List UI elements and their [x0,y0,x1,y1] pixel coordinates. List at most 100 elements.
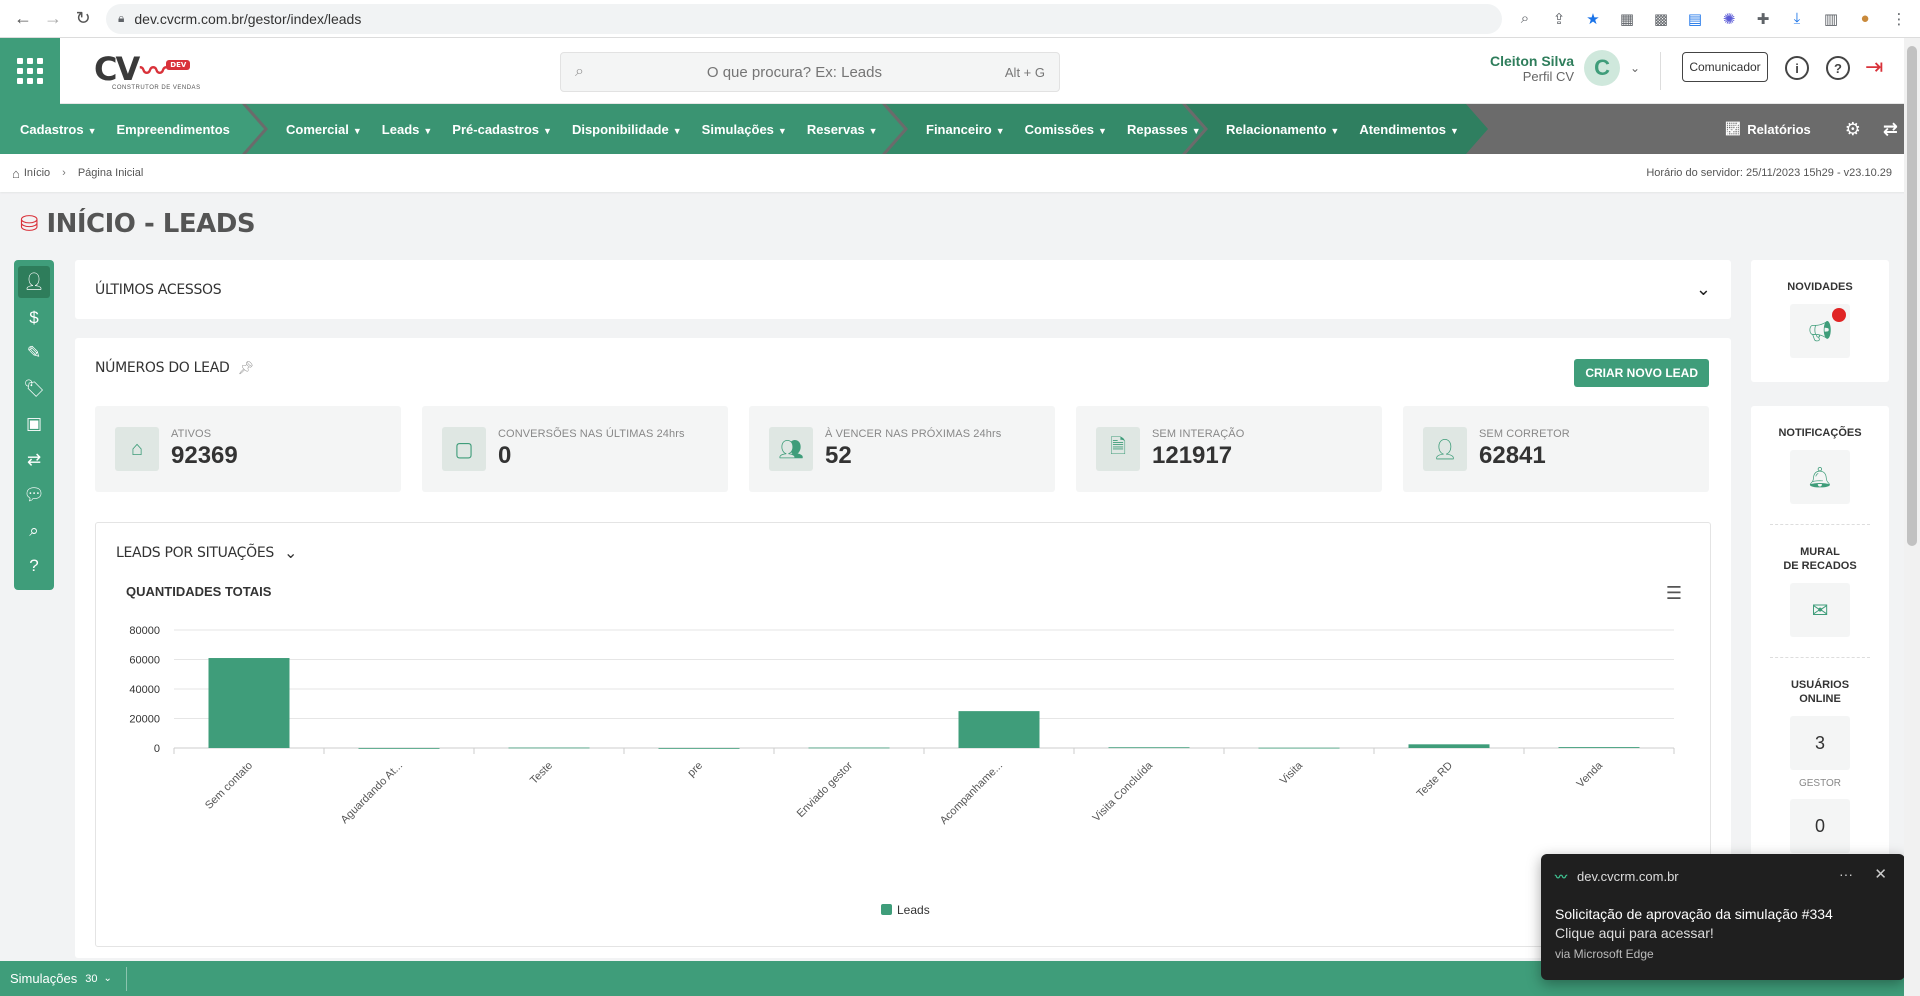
tag-icon[interactable]: 🏷︎ [18,373,50,405]
edit-icon[interactable]: ✎ [18,337,50,369]
nav-item-financeiro[interactable]: Financeiro ▼ [926,122,1005,137]
bookmark-star-icon[interactable]: ★ [1580,6,1606,32]
bar [1408,744,1490,748]
page-scrollbar[interactable] [1904,38,1920,996]
qr-icon[interactable]: ▩ [1648,6,1674,32]
logo-badge: DEV [166,60,191,70]
logout-icon[interactable]: ⇥ [1865,54,1883,80]
next-online-count[interactable]: 0 [1790,799,1850,853]
footer-simulacoes-label[interactable]: Simulações [10,971,77,986]
nav-item-simulacoes[interactable]: Simulações ▼ [702,122,787,137]
numeros-title: NÚMEROS DO LEAD [95,360,230,376]
user-icon[interactable]: 👤︎ [18,266,50,298]
sidebar-icon[interactable]: ▥ [1818,6,1844,32]
stat-card-sem-corretor[interactable]: 👤︎ SEM CORRETOR 62841 [1403,406,1709,492]
home-icon[interactable]: ⌂ [12,166,20,181]
extension-icon[interactable]: ▦ [1614,6,1640,32]
nav-group-relacionamento: Relacionamento ▼ Atendimentos ▼ [1186,104,1488,154]
nav-item-repasses[interactable]: Repasses ▼ [1127,122,1201,137]
menu-dots-icon[interactable]: ⋮ [1886,6,1912,32]
numeros-header: NÚMEROS DO LEAD 📌︎ [95,360,254,376]
chevron-down-icon[interactable]: ⌄ [1630,61,1640,75]
pin-icon[interactable]: 📌︎ [237,360,254,376]
y-tick-label: 80000 [129,625,160,637]
reports-link[interactable]: 📈︎ Relatórios [1725,121,1811,137]
share-icon[interactable]: ⇪ [1546,6,1572,32]
browser-notification[interactable]: 〰 dev.cvcrm.com.br ··· ✕ Solicitação de … [1541,854,1905,980]
stat-label: SEM CORRETOR [1479,428,1570,440]
server-time: Horário do servidor: 25/11/2023 15h29 - … [1646,167,1892,179]
transfer-icon[interactable]: ⇄ [18,444,50,476]
info-icon[interactable]: i [1785,56,1809,80]
scrollbar-thumb[interactable] [1907,46,1917,546]
stat-card-a-vencer[interactable]: 👥︎ À VENCER NAS PRÓXIMAS 24hrs 52 [749,406,1055,492]
bell-button[interactable]: 🔔︎ [1790,450,1850,504]
id-card-icon[interactable]: ▤ [1682,6,1708,32]
swap-icon[interactable]: ⇄ [1883,119,1898,140]
global-search[interactable]: ⌕ Alt + G [560,52,1060,92]
nav-group-financeiro: Financeiro ▼ Comissões ▼ Repasses ▼ [886,104,1204,154]
line-chart-icon: 📈︎ [1724,121,1742,136]
user-menu[interactable]: Cleiton Silva Perfil CV C ⌄ [1490,50,1640,86]
x-tick-label: Teste [528,760,555,787]
puzzle-icon[interactable]: ✚ [1750,6,1776,32]
nav-item-empreendimentos[interactable]: Empreendimentos [117,122,230,137]
caret-down-icon: ▼ [1098,125,1107,136]
leads-situacoes-dropdown[interactable]: LEADS POR SITUAÇÕES ⌄ [116,543,297,563]
address-bar[interactable]: 🔒︎ dev.cvcrm.com.br/gestor/index/leads [106,3,1502,34]
search-input[interactable] [583,63,1005,81]
reports-label: Relatórios [1747,121,1811,137]
site-logo-icon: 〰 [1555,870,1568,884]
more-options-icon[interactable]: ··· [1839,866,1853,882]
close-icon[interactable]: ✕ [1874,865,1887,883]
logo-text: CV [94,50,140,88]
nav-item-relacionamento[interactable]: Relacionamento ▼ [1226,122,1339,137]
breadcrumb-home[interactable]: Início [24,167,50,179]
chevron-down-icon[interactable]: ⌄ [1696,279,1711,300]
nav-item-disponibilidade[interactable]: Disponibilidade ▼ [572,122,682,137]
nav-item-pre-cadastros[interactable]: Pré-cadastros ▼ [452,122,552,137]
dollar-icon[interactable]: $ [18,302,50,334]
megaphone-button[interactable]: 📢︎ [1790,304,1850,358]
breadcrumb: ⌂ Início › Página Inicial Horário do ser… [0,154,1920,192]
chevron-down-icon[interactable]: ⌄ [103,973,111,984]
create-lead-button[interactable]: CRIAR NOVO LEAD [1574,359,1709,387]
usuarios-online-count[interactable]: 3 [1790,716,1850,770]
chat-icon[interactable]: 💬︎ [18,479,50,511]
profile-icon[interactable]: ● [1852,6,1878,32]
stat-card-ativos[interactable]: ⌂ ATIVOS 92369 [95,406,401,492]
archive-icon[interactable]: ▣ [18,408,50,440]
gear-icon[interactable]: ⚙ [1845,119,1861,140]
nav-item-leads[interactable]: Leads ▼ [382,122,433,137]
nav-item-comercial[interactable]: Comercial ▼ [286,122,362,137]
nav-item-cadastros[interactable]: Cadastros ▼ [20,122,97,137]
nav-item-reservas[interactable]: Reservas ▼ [807,122,878,137]
gear-flower-icon[interactable]: ✺ [1716,6,1742,32]
search-icon[interactable]: ⌕ [18,515,50,547]
download-icon[interactable]: ⤓ [1784,6,1810,32]
mail-button[interactable]: ✉ [1790,583,1850,637]
help-icon[interactable]: ? [18,550,50,582]
bar [808,747,890,749]
hamburger-menu-icon[interactable]: ☰ [1666,583,1682,604]
apps-grid-button[interactable] [0,37,60,104]
mural-title: MURAL DE RECADOS [1783,546,1857,572]
back-icon[interactable]: ← [8,4,38,34]
logo[interactable]: CV 〰 DEV CONSTRUTOR DE VENDAS [94,50,201,91]
communicator-button[interactable]: Comunicador [1682,52,1768,82]
forward-icon[interactable]: → [38,4,68,34]
reload-icon[interactable]: ↻ [68,4,98,34]
zoom-icon[interactable]: ⌕ [1512,6,1538,32]
caret-down-icon: ▼ [423,125,433,136]
nav-item-comissoes[interactable]: Comissões ▼ [1025,122,1107,137]
nav-item-atendimentos[interactable]: Atendimentos ▼ [1359,122,1459,137]
bar [208,658,290,748]
notification-dot [1832,308,1846,322]
stat-card-sem-interacao[interactable]: 🗎︎ SEM INTERAÇÃO 121917 [1076,406,1382,492]
stat-card-conversoes[interactable]: ▢ CONVERSÕES NAS ÚLTIMAS 24hrs 0 [422,406,728,492]
help-icon[interactable]: ? [1826,56,1850,80]
divider [1770,524,1870,525]
avatar[interactable]: C [1584,50,1621,86]
ultimos-acessos-panel[interactable]: ÚLTIMOS ACESSOS ⌄ [75,260,1731,319]
x-tick-label: Venda [1575,759,1606,790]
